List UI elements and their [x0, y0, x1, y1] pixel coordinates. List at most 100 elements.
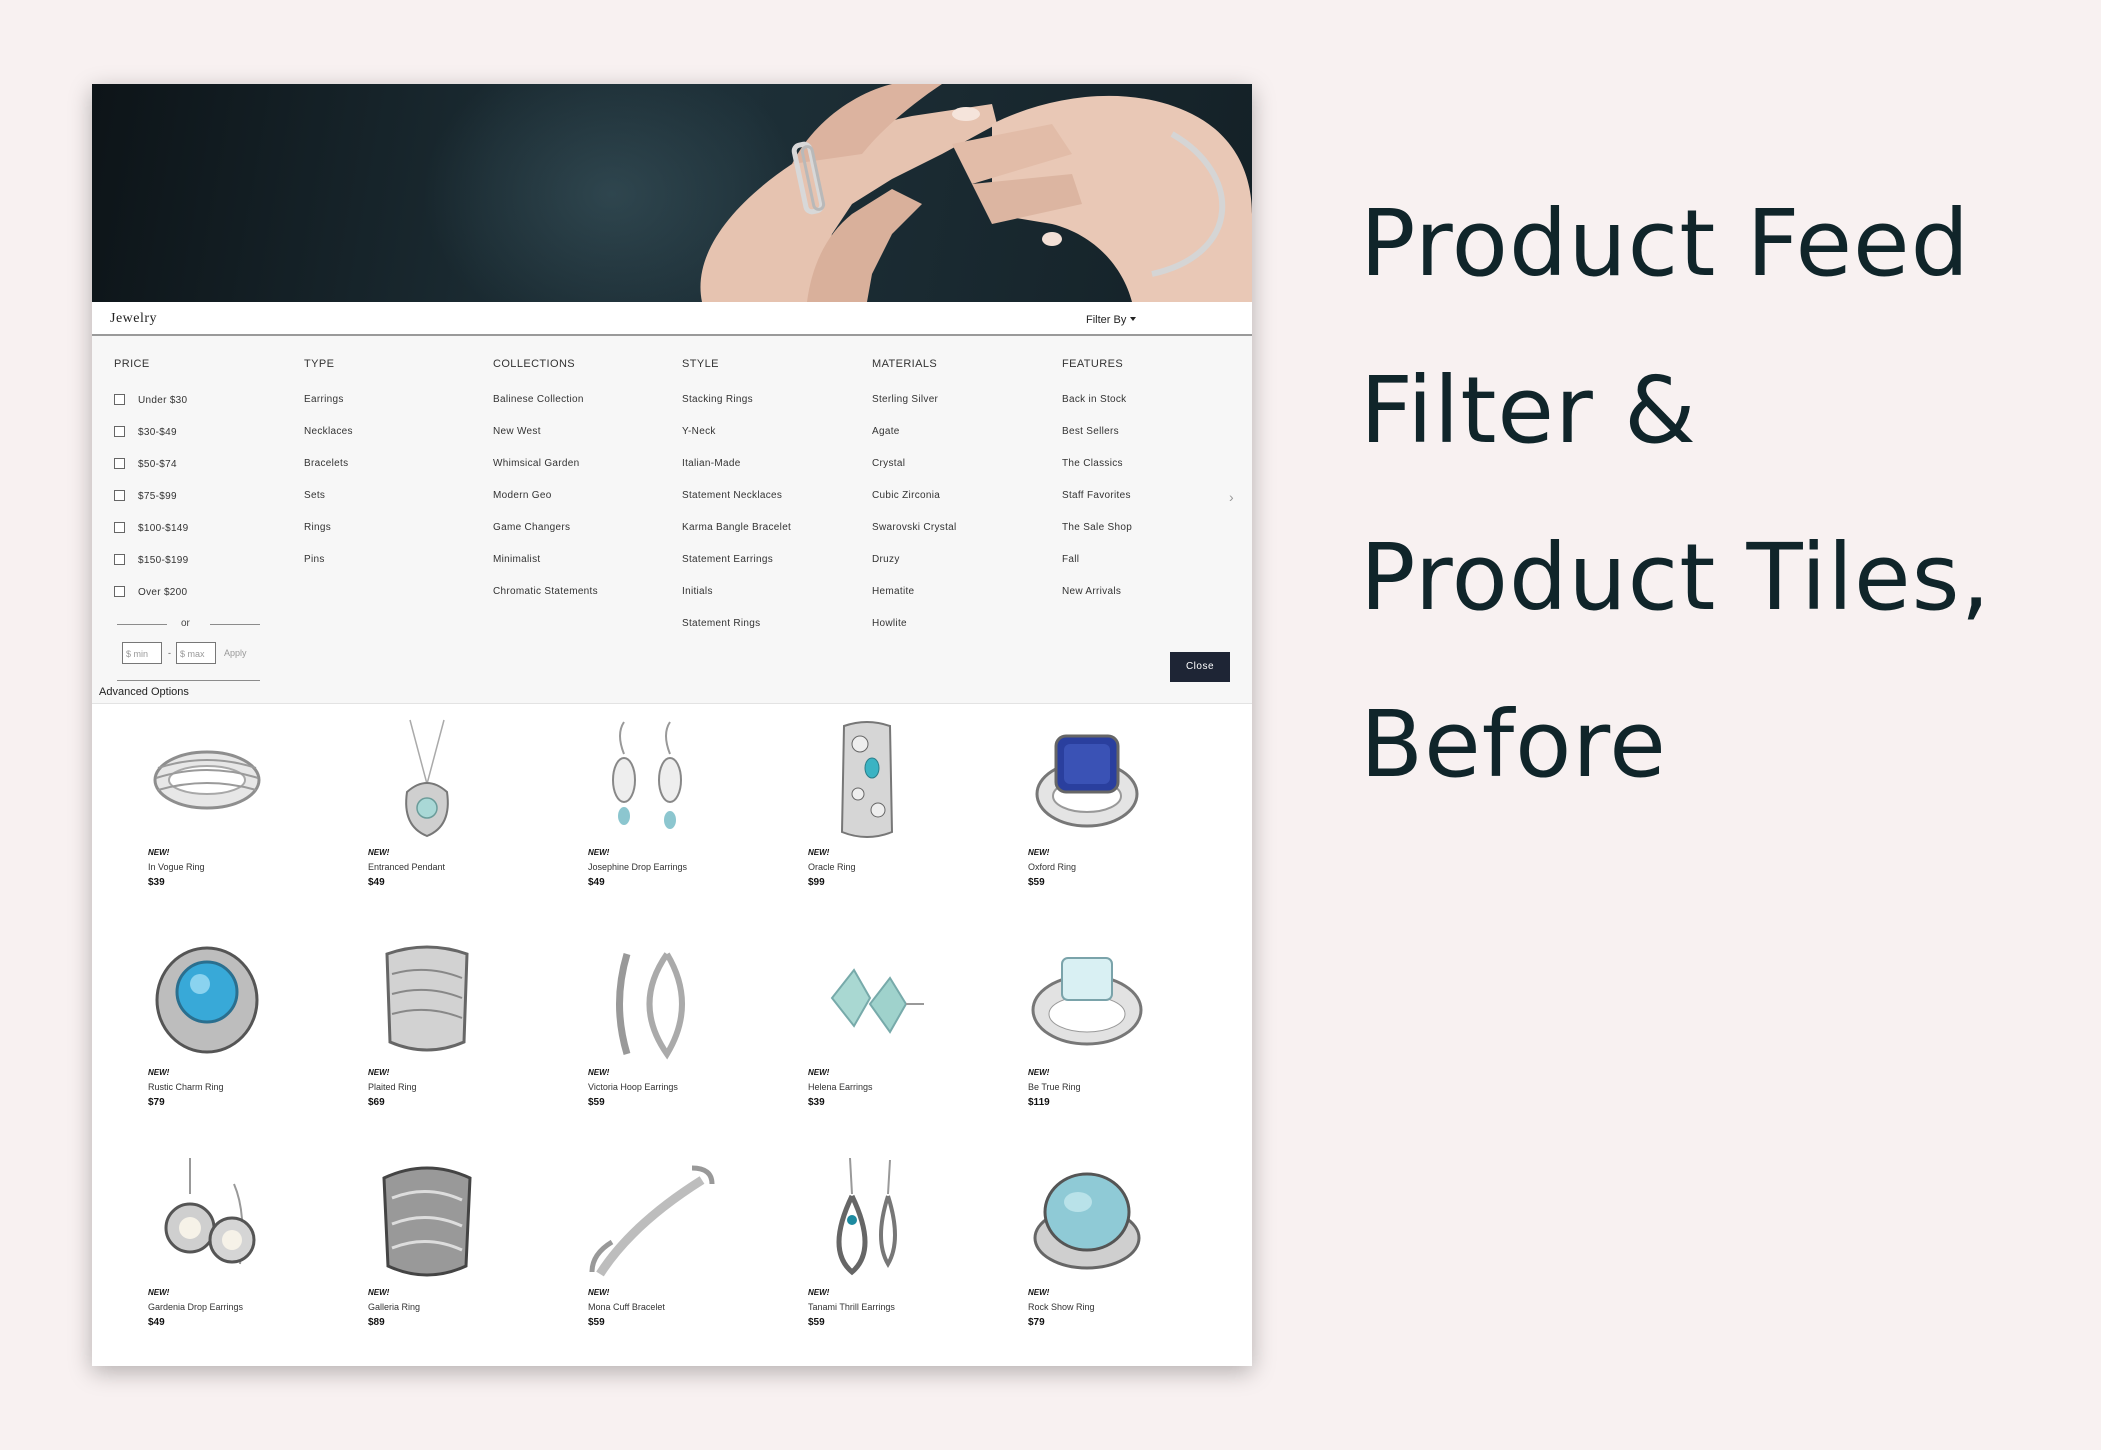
feature-option[interactable]: Fall — [1062, 554, 1132, 586]
chevron-right-icon[interactable]: › — [1229, 489, 1234, 505]
collection-option[interactable]: Minimalist — [493, 554, 598, 586]
material-option[interactable]: Crystal — [872, 458, 957, 490]
checkbox[interactable] — [114, 586, 125, 597]
checkbox[interactable] — [114, 554, 125, 565]
product-image[interactable] — [132, 934, 282, 1062]
product-image[interactable] — [352, 934, 502, 1062]
style-option[interactable]: Initials — [682, 586, 791, 618]
product-name[interactable]: Entranced Pendant — [368, 862, 445, 872]
collection-option[interactable]: New West — [493, 426, 598, 458]
product-name[interactable]: Mona Cuff Bracelet — [588, 1302, 665, 1312]
apply-button[interactable]: Apply — [224, 648, 247, 658]
type-option[interactable]: Pins — [304, 554, 353, 586]
product-tile[interactable]: NEW! Gardenia Drop Earrings $49 — [112, 1154, 312, 1354]
product-image[interactable] — [132, 714, 282, 842]
product-image[interactable] — [572, 714, 722, 842]
product-tile[interactable]: NEW! Josephine Drop Earrings $49 — [552, 714, 752, 914]
product-tile[interactable]: NEW! Oracle Ring $99 — [772, 714, 972, 914]
product-tile[interactable]: NEW! Victoria Hoop Earrings $59 — [552, 934, 752, 1134]
price-option[interactable]: Over $200 — [114, 586, 189, 618]
feature-option[interactable]: The Classics — [1062, 458, 1132, 490]
product-image[interactable] — [792, 714, 942, 842]
feature-option[interactable]: Best Sellers — [1062, 426, 1132, 458]
product-image[interactable] — [572, 934, 722, 1062]
price-option[interactable]: $75-$99 — [114, 490, 189, 522]
material-option[interactable]: Agate — [872, 426, 957, 458]
product-name[interactable]: Rustic Charm Ring — [148, 1082, 224, 1092]
product-image[interactable] — [352, 1154, 502, 1282]
product-name[interactable]: Oracle Ring — [808, 862, 856, 872]
collection-option[interactable]: Chromatic Statements — [493, 586, 598, 618]
product-image[interactable] — [792, 934, 942, 1062]
product-image[interactable] — [792, 1154, 942, 1282]
material-option[interactable]: Druzy — [872, 554, 957, 586]
product-tile[interactable]: NEW! Entranced Pendant $49 — [332, 714, 532, 914]
product-tile[interactable]: NEW! Rock Show Ring $79 — [992, 1154, 1192, 1354]
product-name[interactable]: Galleria Ring — [368, 1302, 420, 1312]
style-option[interactable]: Stacking Rings — [682, 394, 791, 426]
product-name[interactable]: Helena Earrings — [808, 1082, 873, 1092]
price-option[interactable]: $30-$49 — [114, 426, 189, 458]
checkbox[interactable] — [114, 490, 125, 501]
product-name[interactable]: Victoria Hoop Earrings — [588, 1082, 678, 1092]
product-name[interactable]: Tanami Thrill Earrings — [808, 1302, 895, 1312]
checkbox[interactable] — [114, 394, 125, 405]
feature-option[interactable]: The Sale Shop — [1062, 522, 1132, 554]
product-tile[interactable]: NEW! Tanami Thrill Earrings $59 — [772, 1154, 972, 1354]
price-option[interactable]: $150-$199 — [114, 554, 189, 586]
product-name[interactable]: Josephine Drop Earrings — [588, 862, 687, 872]
product-image[interactable] — [1012, 714, 1162, 842]
type-option[interactable]: Bracelets — [304, 458, 353, 490]
collection-option[interactable]: Modern Geo — [493, 490, 598, 522]
product-image[interactable] — [572, 1154, 722, 1282]
product-tile[interactable]: NEW! Plaited Ring $69 — [332, 934, 532, 1134]
collection-option[interactable]: Balinese Collection — [493, 394, 598, 426]
material-option[interactable]: Swarovski Crystal — [872, 522, 957, 554]
style-option[interactable]: Statement Earrings — [682, 554, 791, 586]
material-option[interactable]: Sterling Silver — [872, 394, 957, 426]
collection-option[interactable]: Game Changers — [493, 522, 598, 554]
checkbox[interactable] — [114, 458, 125, 469]
product-tile[interactable]: NEW! Helena Earrings $39 — [772, 934, 972, 1134]
style-option[interactable]: Italian-Made — [682, 458, 791, 490]
product-name[interactable]: Oxford Ring — [1028, 862, 1076, 872]
product-tile[interactable]: NEW! Galleria Ring $89 — [332, 1154, 532, 1354]
style-option[interactable]: Statement Rings — [682, 618, 791, 650]
style-option[interactable]: Karma Bangle Bracelet — [682, 522, 791, 554]
product-image[interactable] — [132, 1154, 282, 1282]
feature-option[interactable]: New Arrivals — [1062, 586, 1132, 618]
product-name[interactable]: In Vogue Ring — [148, 862, 205, 872]
product-tile[interactable]: NEW! Rustic Charm Ring $79 — [112, 934, 312, 1134]
checkbox[interactable] — [114, 426, 125, 437]
material-option[interactable]: Cubic Zirconia — [872, 490, 957, 522]
max-price-input[interactable]: $ max — [176, 642, 216, 664]
filter-by-toggle[interactable]: Filter By — [1086, 314, 1137, 326]
style-option[interactable]: Statement Necklaces — [682, 490, 791, 522]
collection-option[interactable]: Whimsical Garden — [493, 458, 598, 490]
product-name[interactable]: Gardenia Drop Earrings — [148, 1302, 243, 1312]
price-option[interactable]: $50-$74 — [114, 458, 189, 490]
type-option[interactable]: Rings — [304, 522, 353, 554]
material-option[interactable]: Howlite — [872, 618, 957, 650]
product-name[interactable]: Be True Ring — [1028, 1082, 1081, 1092]
checkbox[interactable] — [114, 522, 125, 533]
type-option[interactable]: Earrings — [304, 394, 353, 426]
product-image[interactable] — [1012, 934, 1162, 1062]
product-tile[interactable]: NEW! Mona Cuff Bracelet $59 — [552, 1154, 752, 1354]
product-image[interactable] — [1012, 1154, 1162, 1282]
product-name[interactable]: Plaited Ring — [368, 1082, 417, 1092]
product-tile[interactable]: NEW! Be True Ring $119 — [992, 934, 1192, 1134]
price-option[interactable]: Under $30 — [114, 394, 189, 426]
product-tile[interactable]: NEW! In Vogue Ring $39 — [112, 714, 312, 914]
feature-option[interactable]: Staff Favorites — [1062, 490, 1132, 522]
price-option[interactable]: $100-$149 — [114, 522, 189, 554]
close-button[interactable]: Close — [1170, 652, 1230, 682]
feature-option[interactable]: Back in Stock — [1062, 394, 1132, 426]
material-option[interactable]: Hematite — [872, 586, 957, 618]
product-name[interactable]: Rock Show Ring — [1028, 1302, 1095, 1312]
product-tile[interactable]: NEW! Oxford Ring $59 — [992, 714, 1192, 914]
product-image[interactable] — [352, 714, 502, 842]
min-price-input[interactable]: $ min — [122, 642, 162, 664]
type-option[interactable]: Sets — [304, 490, 353, 522]
type-option[interactable]: Necklaces — [304, 426, 353, 458]
